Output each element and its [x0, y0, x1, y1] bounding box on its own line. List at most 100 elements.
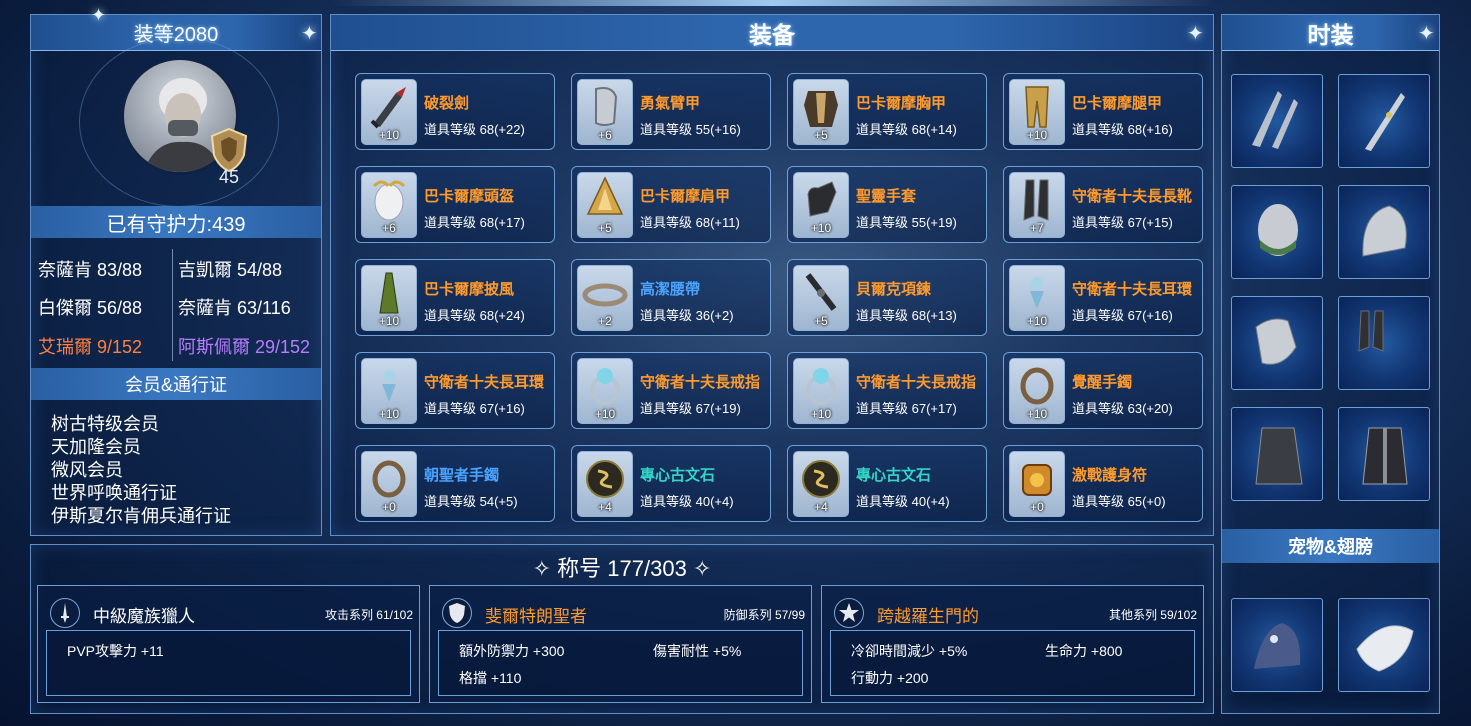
item-level: 道具等级 68(+22) [424, 122, 525, 137]
item-name: 專心古文石 [640, 467, 716, 484]
item-name: 巴卡爾摩頭盔 [424, 188, 515, 205]
equipment-slot[interactable]: +6 巴卡爾摩頭盔 道具等级 68(+17) [355, 166, 555, 243]
pet-wing-slot[interactable] [1231, 598, 1323, 692]
feather-wing-icon [1356, 625, 1414, 672]
equipment-slot[interactable]: +10 破裂劍道具等级 68(+22) [355, 73, 555, 150]
item-name: 守衛者十夫長耳環 [1072, 281, 1193, 298]
enhance-level: +10 [810, 221, 832, 235]
chest-armor-icon [804, 91, 838, 127]
item-level: 道具等级 68(+11) [640, 215, 740, 230]
stat-3: 白傑爾 56/88 [38, 298, 143, 318]
avatar-level: 45 [219, 167, 240, 187]
title-effects: 額外防禦力 +300 傷害耐性 +5% 格擋 +110 [438, 630, 803, 696]
equipment-icon-frame: +7 [1009, 172, 1065, 238]
title-card-defense[interactable]: 斐爾特朗聖者 防御系列 57/99 額外防禦力 +300 傷害耐性 +5% 格擋… [429, 585, 812, 703]
enhance-level: +7 [1030, 221, 1044, 235]
rune-stone-icon [802, 460, 840, 498]
enhance-level: +10 [1026, 407, 1048, 421]
item-name: 高潔腰帶 [640, 281, 701, 298]
item-level: 道具等级 36(+2) [640, 308, 734, 323]
equipment-icon-frame: +10 [1009, 358, 1065, 424]
pet-wing-slot[interactable] [1338, 598, 1430, 692]
equipment-icon-frame: +6 [577, 79, 633, 145]
title-effect: 冷卻時間減少 +5% [851, 643, 968, 659]
character-panel: 装等2080 ✦ ✦ 45 已有守护力:439 奈薩肯 83/88 吉凱爾 54… [30, 5, 322, 536]
enhance-level: +6 [382, 221, 396, 235]
equipment-slot[interactable]: +10 巴卡爾摩披風 道具等级 68(+24) [355, 259, 555, 336]
enhance-level: +0 [1030, 500, 1044, 514]
equipment-icon-frame: +5 [793, 265, 849, 331]
equipment-slot[interactable]: +10 巴卡爾摩腿甲 道具等级 68(+16) [1003, 73, 1203, 150]
item-level: 道具等级 68(+17) [424, 215, 525, 230]
fashion-panel: 时装 ✦ 宠物&翅膀 [1221, 14, 1440, 714]
equipment-icon-frame: +5 [793, 79, 849, 145]
item-name: 破裂劍 [424, 95, 470, 112]
membership-item: 伊斯夏尔肯佣兵通行证 [51, 506, 231, 526]
equipment-slot[interactable]: +7 守衛者十夫長長靴 道具等级 67(+15) [1003, 166, 1203, 243]
title-card-other[interactable]: 跨越羅生門的 其他系列 59/102 冷卻時間減少 +5% 生命力 +800 行… [821, 585, 1204, 703]
equipment-slot[interactable]: +0 激戰護身符 道具等级 65(+0) [1003, 445, 1203, 522]
title-category: 攻击系列 61/102 [324, 608, 413, 622]
equipment-icon-frame: +2 [577, 265, 633, 331]
equipment-grid: +10 破裂劍 道具等级 68(+22) +6 勇氣臂甲 道具等级 55(+16) +5 巴卡… [331, 15, 1213, 535]
equipment-icon-frame: +10 [361, 358, 417, 424]
equipment-slot[interactable]: +2 高潔腰帶道具等级 36(+2) [571, 259, 771, 336]
item-level: 道具等级 67(+15) [1072, 215, 1173, 230]
title-name: 斐爾特朗聖者 [485, 607, 587, 626]
equipment-slot[interactable]: +4 專心古文石 道具等级 40(+4) [787, 445, 987, 522]
item-name: 守衛者十夫長長靴 [1072, 188, 1193, 205]
item-name: 貝爾克項鍊 [856, 281, 932, 298]
equipment-slot[interactable]: +0 朝聖者手鐲 道具等级 54(+5) [355, 445, 555, 522]
equipment-slot[interactable]: +6 勇氣臂甲 道具等级 55(+16) [571, 73, 771, 150]
vambrace-icon [595, 87, 618, 126]
leg-armor-icon [1025, 86, 1049, 128]
boots-icon [1023, 179, 1049, 221]
pet-creature-icon [1254, 623, 1301, 669]
equipment-slot[interactable]: +10 守衛者十夫長戒指 道具等级 67(+17) [787, 352, 987, 429]
glove-icon [807, 181, 837, 217]
title-card-attack[interactable]: 中級魔族獵人 攻击系列 61/102 PVP攻擊力 +11 [37, 585, 420, 703]
guard-power: 已有守护力:439 [106, 213, 246, 236]
equipment-slot[interactable]: +10 覺醒手鐲 道具等级 63(+20) [1003, 352, 1203, 429]
equipment-slot[interactable]: +10 守衛者十夫長耳環 道具等级 67(+16) [355, 352, 555, 429]
equipment-slot[interactable]: +5 巴卡爾摩胸甲 道具等级 68(+14) [787, 73, 987, 150]
item-name: 激戰護身符 [1072, 467, 1148, 484]
titles-count: 称号 177/303 [557, 556, 687, 581]
equipment-slot[interactable]: +5 巴卡爾摩肩甲 道具等级 68(+11) [571, 166, 771, 243]
sparkle-icon: ✦ [301, 23, 318, 45]
equipment-slot[interactable]: +10 聖靈手套道具等级 55(+19) [787, 166, 987, 243]
title-category: 其他系列 59/102 [1108, 608, 1197, 622]
enhance-level: +10 [378, 314, 400, 328]
title-effect: 格擋 +110 [459, 670, 522, 686]
chevron-left-icon: ✧ [532, 556, 552, 581]
equipment-icon-frame: +10 [1009, 79, 1065, 145]
item-name: 勇氣臂甲 [640, 95, 701, 112]
enhance-level: +10 [810, 407, 832, 421]
membership-item: 树古特级会员 [51, 414, 159, 434]
membership-bar: 会员&通行证 [31, 368, 321, 400]
top-decoration [330, 0, 1215, 6]
enhance-level: +4 [814, 500, 828, 514]
item-level: 道具等级 40(+4) [640, 494, 734, 509]
stat-divider [172, 249, 173, 361]
sword-icon [370, 87, 406, 129]
item-level: 道具等级 55(+19) [856, 215, 957, 230]
equipment-slot[interactable]: +10 守衛者十夫長耳環 道具等级 67(+16) [1003, 259, 1203, 336]
equipment-panel: 装备 ✦ +10 破裂劍 道具等级 68(+22) +6 勇氣臂甲 道具等级 55(+16… [330, 14, 1214, 536]
equipment-icon-frame: +10 [361, 79, 417, 145]
bracelet-icon [372, 460, 406, 498]
item-name: 聖靈手套 [856, 188, 917, 205]
titles-header: ✧ 称号 177/303 ✧ [31, 551, 1213, 583]
item-name: 朝聖者手鐲 [424, 467, 500, 484]
enhance-level: +10 [1026, 128, 1048, 142]
equipment-slot[interactable]: +4 專心古文石 道具等级 40(+4) [571, 445, 771, 522]
equipment-slot[interactable]: +5 貝爾克項鍊 道具等级 68(+13) [787, 259, 987, 336]
item-name: 巴卡爾摩腿甲 [1072, 95, 1163, 112]
enhance-level: +5 [814, 314, 828, 328]
item-name: 巴卡爾摩胸甲 [856, 95, 947, 112]
equipment-slot[interactable]: +10 守衛者十夫長戒指 道具等级 67(+19) [571, 352, 771, 429]
equipment-icon-frame: +0 [361, 451, 417, 517]
enhance-level: +2 [598, 314, 612, 328]
title-effect: 生命力 +800 [1045, 643, 1123, 659]
equipment-icon-frame: +10 [361, 265, 417, 331]
